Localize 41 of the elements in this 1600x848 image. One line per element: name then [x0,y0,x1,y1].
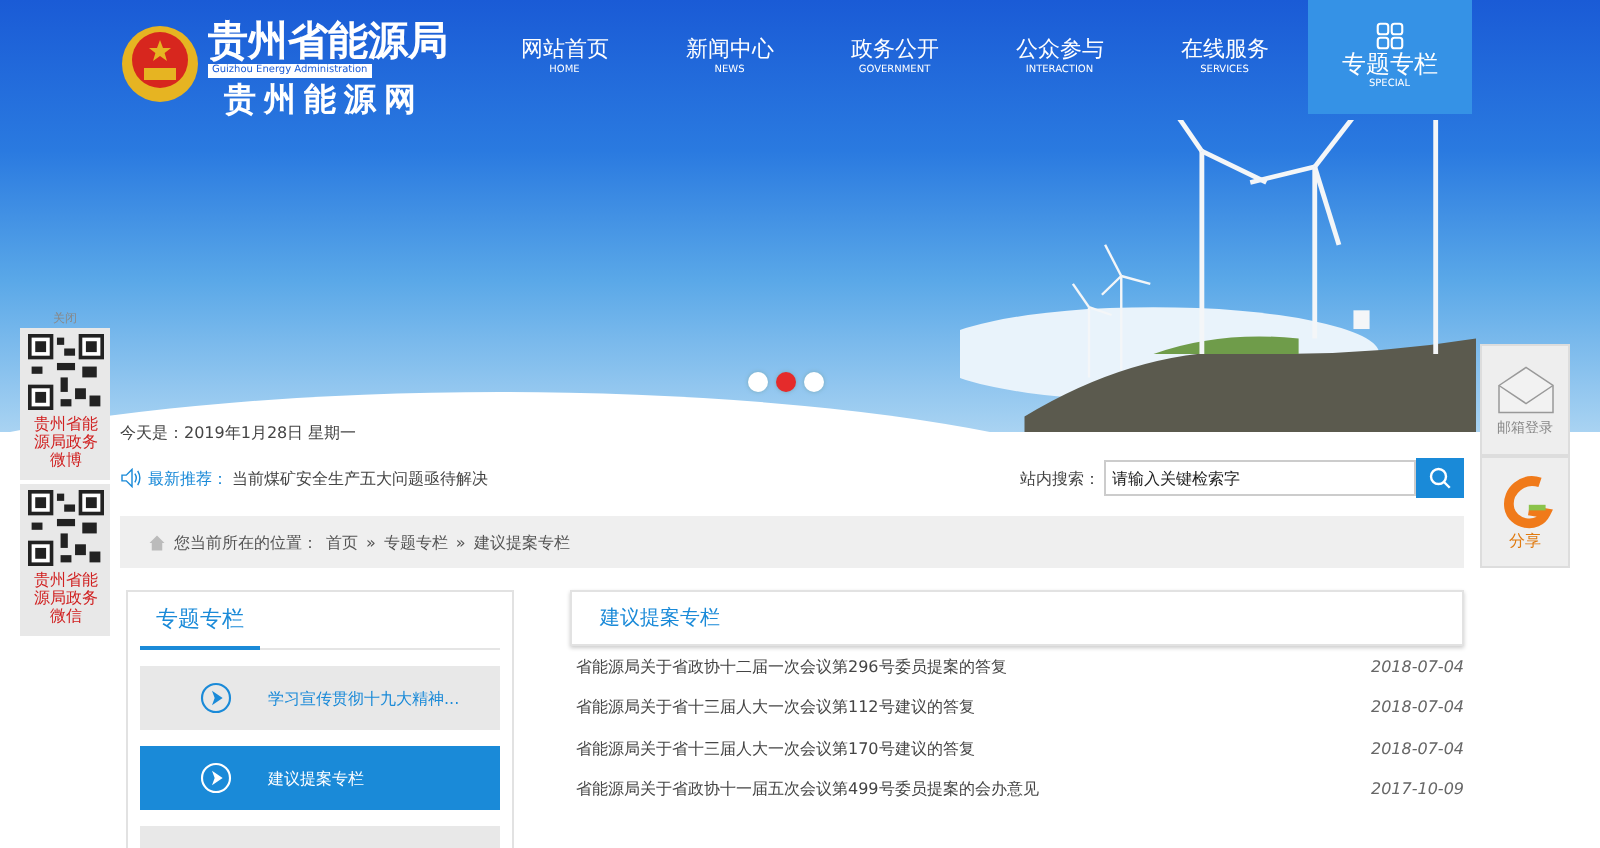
carousel-dot[interactable] [804,372,824,392]
latest-label: 最新推荐： [148,467,228,489]
article-date: 2018-07-04 [1371,698,1464,717]
play-icon [200,682,232,714]
breadcrumb-link[interactable]: 首页 [326,531,358,553]
search-label: 站内搜索： [1020,467,1100,489]
search-button[interactable] [1416,458,1464,498]
panel-title: 建议提案专栏 [600,605,720,632]
side-menu-item[interactable]: 建议提案专栏 [140,746,500,810]
breadcrumb-label: 您当前所在的位置： [174,531,318,553]
envelope-icon [1495,362,1555,418]
play-icon [200,762,232,794]
search-field[interactable]: 请输入关键检索字 [1104,460,1416,496]
article-link[interactable]: 省能源局关于省十三届人大一次会议第112号建议的答复 [576,696,975,719]
grid-icon [1375,22,1404,50]
article-date: 2017-10-09 [1371,780,1464,799]
article-date: 2018-07-04 [1371,739,1464,758]
qr-code-icon [27,334,103,410]
breadcrumb-link[interactable]: 专题专栏 [383,531,448,553]
latest-news-link[interactable]: 当前煤矿安全生产五大问题亟待解决 [232,467,488,489]
emblem-icon [120,24,200,104]
qr-code-icon [27,490,103,566]
site-subtitle: 贵州能源网 [224,78,424,122]
breadcrumb-link[interactable]: 建议提案专栏 [473,531,570,553]
breadcrumb-separator: » [366,533,376,551]
site-title: 贵州省能源局 [208,16,448,64]
speaker-icon [120,468,144,488]
date-text: 今天是：2019年1月28日 星期一 [120,422,359,446]
qr-caption: 贵州省能源局政务微博 [31,416,100,470]
breadcrumb-separator: » [455,533,466,551]
carousel-dot[interactable] [776,372,796,392]
search-icon [1428,466,1452,490]
home-icon [148,533,166,551]
article-link[interactable]: 省能源局关于省政协十二届一次会议第296号委员提案的答复 [576,655,1007,678]
article-link[interactable]: 省能源局关于省十三届人大一次会议第170号建议的答复 [576,737,975,760]
carousel-dot[interactable] [748,372,768,392]
article-date: 2018-07-04 [1371,657,1464,676]
side-menu-item[interactable]: 学习宣传贯彻十九大精神... [140,666,500,730]
panel-title: 专题专栏 [140,604,260,650]
qr-caption: 贵州省能源局政务微信 [31,572,100,626]
article-link[interactable]: 省能源局关于省政协十一届五次会议第499号委员提案的会办意见 [576,778,1039,801]
